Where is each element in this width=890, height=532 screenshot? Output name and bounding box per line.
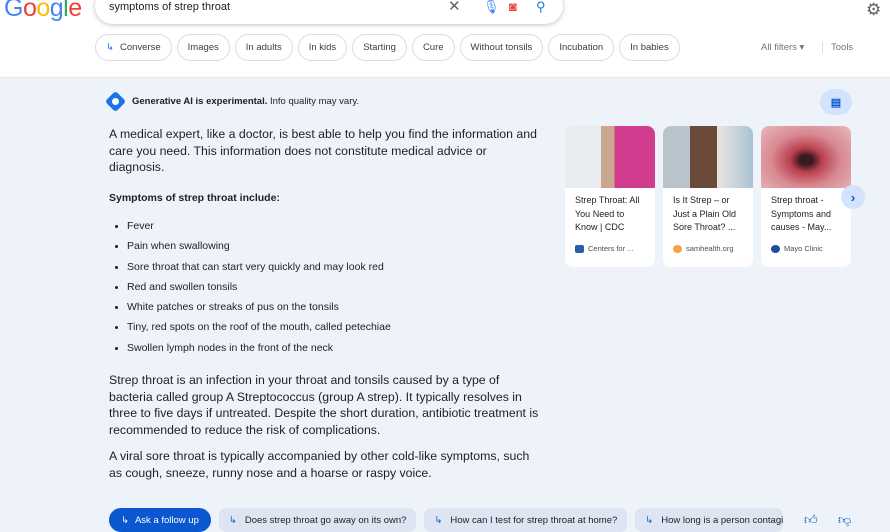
suggestion-label: How long is a person contagi xyxy=(661,514,784,526)
search-icon[interactable]: ⚲ xyxy=(536,0,546,15)
chip[interactable]: Starting xyxy=(352,34,407,61)
paragraph: A viral sore throat is typically accompa… xyxy=(109,449,530,480)
chip[interactable]: Images xyxy=(176,34,230,61)
thumbs-down-icon[interactable]: 👎︎ xyxy=(838,512,851,528)
arrow-icon: ↳ xyxy=(121,514,129,526)
chip-label: Converse xyxy=(119,42,161,53)
source-card[interactable]: Is It Strep – or Just a Plain Old Sore T… xyxy=(663,126,753,267)
source-card[interactable]: Strep Throat: All You Need to Know | CDC… xyxy=(565,126,655,267)
header: Google symptoms of strep throat ✕ 🎙 ◙ ⚲ … xyxy=(0,0,890,78)
follow-up-bar: ↳ Ask a follow up ↳ Does strep throat go a… xyxy=(109,508,784,532)
lens-icon[interactable]: ◙ xyxy=(509,0,517,14)
all-filters-label: All filters xyxy=(761,42,797,53)
gemini-sparkle-icon xyxy=(104,90,127,113)
follow-up-label: Ask a follow up xyxy=(134,514,199,526)
thumbs-up-icon[interactable]: 👍︎ xyxy=(804,512,818,528)
symptoms-heading: Symptoms of strep throat include: xyxy=(109,191,280,204)
clear-icon[interactable]: ✕ xyxy=(448,0,461,15)
search-box[interactable]: symptoms of strep throat ✕ 🎙 ◙ ⚲ xyxy=(95,0,563,24)
list-item: White patches or streaks of pus on the t… xyxy=(109,297,539,317)
suggestion-label: Does strep throat go away on its own? xyxy=(244,514,407,526)
card-title: Strep Throat: All You Need to Know | CDC xyxy=(575,195,640,232)
tools-button[interactable]: Tools xyxy=(822,42,853,53)
card-source-label: samhealth.org xyxy=(686,244,734,253)
chip[interactable]: Without tonsils xyxy=(459,34,544,61)
card-source: samhealth.org xyxy=(663,244,753,253)
symptoms-list: Fever Pain when swallowing Sore throat t… xyxy=(109,216,539,358)
card-title: Strep throat - Symptoms and causes - May… xyxy=(771,195,832,232)
card-source: Centers for ... xyxy=(565,244,655,253)
ai-disclaimer-rest: Info quality may vary. xyxy=(267,96,360,107)
card-source-label: Mayo Clinic xyxy=(784,244,823,253)
list-item: Sore throat that can start very quickly … xyxy=(109,257,539,277)
chip[interactable]: In kids xyxy=(297,34,348,61)
card-source: Mayo Clinic xyxy=(761,244,851,253)
list-item: Tiny, red spots on the roof of the mouth… xyxy=(109,317,539,337)
search-input[interactable]: symptoms of strep throat xyxy=(109,1,230,13)
ask-follow-up-button[interactable]: ↳ Ask a follow up xyxy=(109,508,211,532)
arrow-icon: ↳ xyxy=(106,42,114,53)
list-item: Pain when swallowing xyxy=(109,236,539,256)
card-image xyxy=(565,126,655,188)
list-item: Fever xyxy=(109,216,539,236)
all-filters-button[interactable]: All filters ▾ xyxy=(761,42,804,53)
chip[interactable]: In babies xyxy=(619,34,680,61)
suggested-question[interactable]: ↳ Does strep throat go away on its own? xyxy=(218,508,417,532)
chip-converse[interactable]: ↳ Converse xyxy=(95,34,172,61)
card-source-label: Centers for ... xyxy=(588,244,634,253)
mayo-clinic-favicon-icon xyxy=(771,244,780,253)
suggestion-label: How can I test for strep throat at home? xyxy=(450,514,618,526)
caret-down-icon: ▾ xyxy=(799,42,805,53)
cdc-favicon-icon xyxy=(575,244,584,253)
microphone-icon[interactable]: 🎙 xyxy=(483,0,500,15)
source-cards: Strep Throat: All You Need to Know | CDC… xyxy=(565,126,851,267)
chip[interactable]: Cure xyxy=(411,34,455,61)
chevron-right-icon[interactable]: › xyxy=(841,185,865,209)
ai-disclaimer: Generative AI is experimental. Info qual… xyxy=(132,96,359,107)
card-image xyxy=(663,126,753,188)
list-item: Swollen lymph nodes in the front of the … xyxy=(109,338,539,358)
arrow-icon: ↳ xyxy=(645,514,654,526)
layout-toggle-button[interactable]: ▤ xyxy=(820,89,852,115)
suggested-question[interactable]: ↳ How can I test for strep throat at home… xyxy=(424,508,628,532)
samhealth-favicon-icon xyxy=(673,244,682,253)
ai-header: Generative AI is experimental. Info qual… xyxy=(104,90,359,113)
source-card[interactable]: Strep throat - Symptoms and causes - May… xyxy=(761,126,851,267)
list-item: Red and swollen tonsils xyxy=(109,277,539,297)
google-logo[interactable]: Google xyxy=(4,0,82,23)
arrow-icon: ↳ xyxy=(434,514,443,526)
ai-disclaimer-bold: Generative AI is experimental. xyxy=(132,96,268,107)
intro-text: A medical expert, like a doctor, is best… xyxy=(109,127,537,174)
suggested-question[interactable]: ↳ How long is a person contagi xyxy=(635,508,784,532)
paragraph: Strep throat is an infection in your thr… xyxy=(109,373,539,437)
card-title: Is It Strep – or Just a Plain Old Sore T… xyxy=(673,195,737,232)
gear-icon[interactable]: ⚙ xyxy=(866,0,881,20)
chip[interactable]: In adults xyxy=(234,34,293,61)
filter-chips: ↳ Converse Images In adults In kids Start… xyxy=(95,34,680,61)
ai-overview: A medical expert, like a doctor, is best… xyxy=(109,126,539,491)
arrow-icon: ↳ xyxy=(228,514,237,526)
chip[interactable]: Incubation xyxy=(548,34,615,61)
card-image xyxy=(761,126,851,188)
